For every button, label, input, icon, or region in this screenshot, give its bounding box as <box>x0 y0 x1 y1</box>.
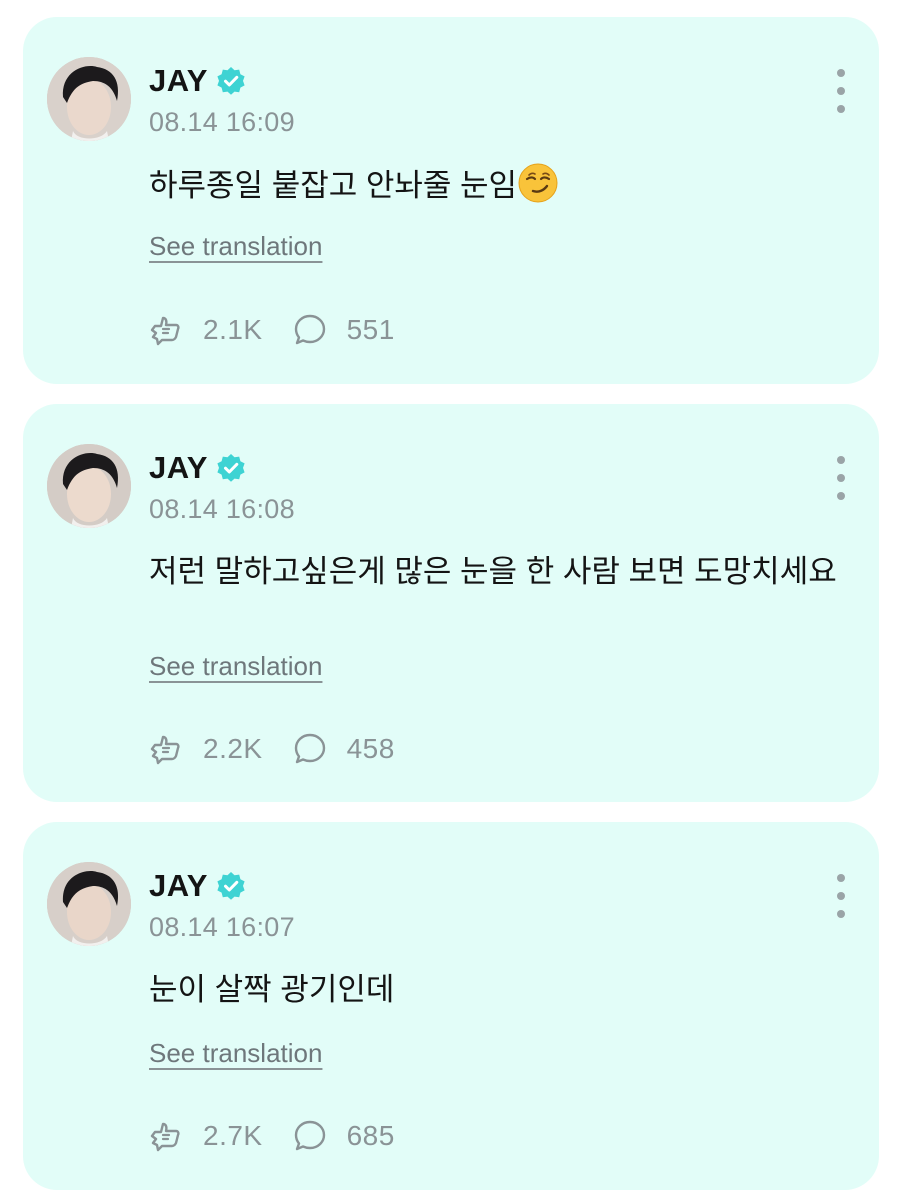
verified-badge-icon <box>217 67 245 95</box>
like-button[interactable]: 2.2K <box>149 732 263 766</box>
more-vertical-icon <box>837 892 845 900</box>
verified-badge-icon <box>217 872 245 900</box>
comment-count: 685 <box>346 1120 395 1151</box>
see-translation-link[interactable]: See translation <box>149 651 322 682</box>
like-count: 2.1K <box>203 314 263 345</box>
like-button[interactable]: 2.1K <box>149 313 263 347</box>
see-translation-link[interactable]: See translation <box>149 1038 322 1069</box>
like-icon <box>150 316 180 346</box>
verified-badge-icon <box>217 454 245 482</box>
more-vertical-icon <box>837 456 845 464</box>
like-count: 2.7K <box>203 1120 263 1151</box>
post-actions: 2.7K 685 <box>149 1116 425 1156</box>
post-timestamp: 08.14 16:08 <box>149 494 295 524</box>
avatar[interactable] <box>47 444 131 528</box>
author-name[interactable]: JAY <box>149 63 208 99</box>
post-text: 눈이 살짝 광기인데 <box>149 968 849 1012</box>
post-card[interactable]: JAY 08.14 16:08 저런 말하고싶은게 많은 눈을 한 사람 보면 … <box>23 404 879 802</box>
post-text: 저런 말하고싶은게 많은 눈을 한 사람 보면 도망치세요 <box>149 550 854 594</box>
post-feed: JAY 08.14 16:09 하루종일 붙잡고 안놔줄 눈임 See tran… <box>0 0 902 1200</box>
post-card[interactable]: JAY 08.14 16:09 하루종일 붙잡고 안놔줄 눈임 See tran… <box>23 17 879 384</box>
more-options-button[interactable] <box>831 69 851 113</box>
post-actions: 2.1K 551 <box>149 310 425 350</box>
comment-button[interactable]: 685 <box>293 1119 395 1153</box>
post-timestamp: 08.14 16:07 <box>149 912 295 942</box>
more-vertical-icon <box>837 69 845 77</box>
comment-bubble-icon <box>294 1120 325 1151</box>
post-text-content: 저런 말하고싶은게 많은 눈을 한 사람 보면 도망치세요 <box>149 554 837 589</box>
like-button[interactable]: 2.7K <box>149 1119 263 1153</box>
more-vertical-icon <box>837 474 845 482</box>
post-actions: 2.2K 458 <box>149 729 425 769</box>
post-card[interactable]: JAY 08.14 16:07 눈이 살짝 광기인데 See translati… <box>23 822 879 1190</box>
see-translation-link[interactable]: See translation <box>149 231 322 262</box>
author-row: JAY <box>149 448 246 488</box>
like-count: 2.2K <box>203 733 263 764</box>
more-vertical-icon <box>837 910 845 918</box>
author-row: JAY <box>149 61 246 101</box>
author-row: JAY <box>149 866 246 906</box>
like-icon <box>150 735 180 765</box>
smirking-face-icon <box>518 163 558 203</box>
comment-button[interactable]: 458 <box>293 732 395 766</box>
comment-bubble-icon <box>294 314 325 345</box>
post-text-content: 눈이 살짝 광기인데 <box>149 972 395 1007</box>
avatar[interactable] <box>47 862 131 946</box>
post-text: 하루종일 붙잡고 안놔줄 눈임 <box>149 163 849 208</box>
comment-bubble-icon <box>294 733 325 764</box>
more-vertical-icon <box>837 87 845 95</box>
comment-count: 551 <box>346 314 395 345</box>
avatar[interactable] <box>47 57 131 141</box>
author-name[interactable]: JAY <box>149 450 208 486</box>
comment-button[interactable]: 551 <box>293 313 395 347</box>
more-vertical-icon <box>837 105 845 113</box>
comment-count: 458 <box>346 733 395 764</box>
more-vertical-icon <box>837 492 845 500</box>
more-vertical-icon <box>837 874 845 882</box>
like-icon <box>150 1122 180 1152</box>
author-name[interactable]: JAY <box>149 868 208 904</box>
post-timestamp: 08.14 16:09 <box>149 107 295 137</box>
more-options-button[interactable] <box>831 874 851 918</box>
post-text-content: 하루종일 붙잡고 안놔줄 눈임 <box>149 168 518 203</box>
more-options-button[interactable] <box>831 456 851 500</box>
